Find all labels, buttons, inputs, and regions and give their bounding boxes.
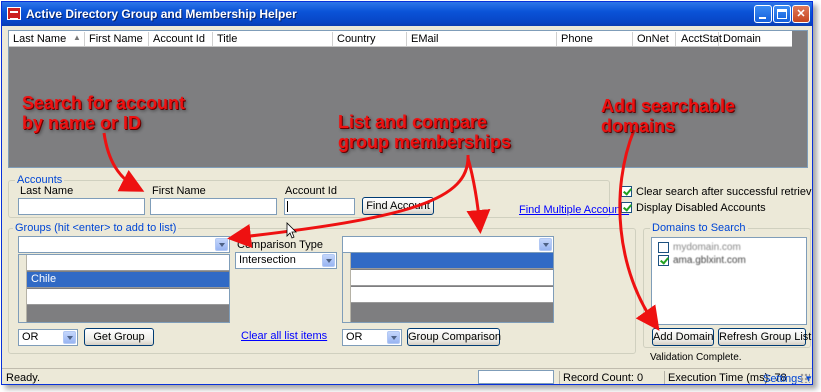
column-separator[interactable] (212, 32, 213, 46)
title-bar[interactable]: Active Directory Group and Membership He… (2, 2, 812, 26)
column-header-last-name[interactable]: Last Name (13, 33, 66, 46)
add-domain-button[interactable]: Add Domain (652, 328, 714, 346)
annotation-domains: Add searchable domains (601, 96, 735, 136)
column-separator[interactable] (84, 32, 85, 46)
grid-header: Last Name ▲ First Name Account Id Title … (9, 31, 792, 47)
annotation-domains-line: domains (601, 116, 676, 136)
account-id-input[interactable] (284, 198, 355, 215)
list-empty-area (27, 306, 229, 322)
domain-checkbox[interactable] (658, 242, 669, 253)
group-comparison-button[interactable]: Group Comparison (407, 328, 501, 346)
left-operator-combo[interactable]: OR (18, 329, 78, 346)
clear-search-checkbox[interactable] (621, 186, 632, 197)
minimize-button[interactable] (754, 5, 772, 23)
list-item-selected[interactable]: Chile (27, 272, 229, 288)
app-icon (7, 7, 21, 20)
column-separator[interactable] (332, 32, 333, 46)
left-operator-value: OR (22, 331, 39, 343)
chevron-down-icon[interactable] (387, 331, 400, 344)
comparison-type-label: Comparison Type (237, 239, 324, 251)
groups-legend: Groups (hit <enter> to add to list) (13, 222, 179, 234)
column-header-phone[interactable]: Phone (561, 33, 593, 46)
window-title: Active Directory Group and Membership He… (26, 7, 297, 21)
list-item[interactable] (351, 287, 553, 303)
right-operator-value: OR (346, 331, 363, 343)
column-separator[interactable] (718, 32, 719, 46)
main-window: Active Directory Group and Membership He… (1, 1, 813, 385)
column-header-first-name[interactable]: First Name (89, 33, 143, 46)
get-group-button[interactable]: Get Group (84, 328, 154, 346)
domains-list[interactable]: mydomain.com ama.gblxint.com (651, 237, 807, 325)
status-ready: Ready. (6, 372, 41, 384)
status-bar: Ready. Record Count: 0 Execution Time (m… (2, 368, 812, 384)
display-disabled-checkbox[interactable] (621, 202, 632, 213)
column-header-domain[interactable]: Domain (723, 33, 761, 46)
column-header-email[interactable]: EMail (411, 33, 439, 46)
column-header-onnet[interactable]: OnNet (637, 33, 669, 46)
maximize-icon (777, 9, 787, 19)
clear-all-list-items-link[interactable]: Clear all list items (241, 330, 327, 342)
record-count: Record Count: 0 (563, 372, 644, 384)
validation-status: Validation Complete. (650, 352, 742, 363)
resize-grip[interactable] (800, 373, 810, 383)
close-icon: ✕ (796, 8, 806, 20)
right-operator-combo[interactable]: OR (342, 329, 402, 346)
domain-label[interactable]: ama.gblxint.com (673, 255, 746, 266)
list-gutter (343, 253, 351, 322)
first-name-label: First Name (152, 185, 206, 197)
annotation-domains-line: Add searchable (601, 96, 736, 116)
column-header-account-id[interactable]: Account Id (153, 33, 205, 46)
close-button[interactable]: ✕ (792, 5, 810, 23)
settings-label[interactable]: Settings (763, 373, 803, 384)
column-header-title[interactable]: Title (217, 33, 237, 46)
chevron-down-icon[interactable] (322, 254, 335, 267)
find-account-button[interactable]: Find Account (362, 197, 434, 215)
last-name-label: Last Name (20, 185, 74, 197)
column-separator[interactable] (675, 32, 676, 46)
progress-bar (478, 370, 554, 384)
annotation-compare-line: List and compare (338, 112, 488, 132)
annotation-search: Search for account by name or ID (22, 93, 185, 133)
list-item[interactable] (27, 289, 229, 305)
minimize-icon (759, 17, 766, 19)
comparison-type-value: Intersection (239, 254, 296, 266)
refresh-group-list-button[interactable]: Refresh Group List (718, 328, 811, 346)
right-group-combo[interactable] (342, 236, 554, 253)
domains-legend: Domains to Search (650, 222, 748, 234)
list-item[interactable] (351, 270, 553, 286)
annotation-search-line: by name or ID (22, 113, 142, 133)
column-header-country[interactable]: Country (337, 33, 376, 46)
clear-search-label[interactable]: Clear search after successful retrieval (636, 186, 812, 198)
domain-checkbox[interactable] (658, 255, 669, 266)
annotation-compare: List and compare group memberships (338, 112, 511, 152)
annotation-search-line: Search for account (22, 93, 186, 113)
account-id-label: Account Id (285, 185, 337, 197)
domain-label[interactable]: mydomain.com (673, 242, 741, 253)
column-separator[interactable] (406, 32, 407, 46)
left-group-combo[interactable] (18, 236, 230, 253)
find-multiple-accounts-link[interactable]: Find Multiple Accounts (519, 204, 629, 216)
chevron-down-icon[interactable] (215, 238, 228, 251)
list-item-selected[interactable] (351, 253, 553, 269)
last-name-input[interactable] (18, 198, 145, 215)
comparison-type-combo[interactable]: Intersection (235, 252, 337, 269)
chevron-down-icon[interactable] (63, 331, 76, 344)
first-name-input[interactable] (150, 198, 277, 215)
right-group-list[interactable] (342, 252, 554, 323)
column-separator[interactable] (556, 32, 557, 46)
list-gutter (19, 255, 27, 322)
sort-ascending-icon: ▲ (73, 33, 81, 42)
column-header-acctstat[interactable]: AcctStat (681, 33, 722, 46)
column-separator[interactable] (148, 32, 149, 46)
display-disabled-label[interactable]: Display Disabled Accounts (636, 202, 766, 214)
chevron-down-icon[interactable] (539, 238, 552, 251)
column-separator[interactable] (632, 32, 633, 46)
text-cursor (287, 201, 288, 212)
annotation-compare-line: group memberships (338, 132, 512, 152)
list-item[interactable] (27, 255, 229, 271)
status-separator (559, 371, 560, 384)
left-group-list[interactable]: Chile (18, 254, 230, 323)
status-separator (664, 371, 665, 384)
maximize-button[interactable] (773, 5, 791, 23)
